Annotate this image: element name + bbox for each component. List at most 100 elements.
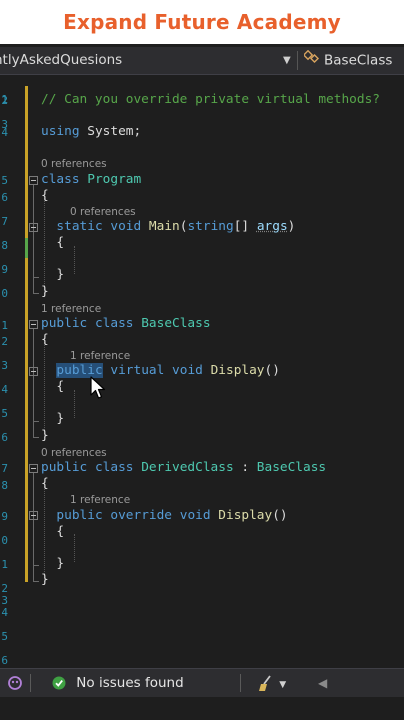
line-number: 6	[1, 654, 8, 667]
using-keyword: using	[41, 124, 80, 139]
code-line: using System;	[41, 123, 141, 141]
fold-toggle[interactable]	[29, 464, 38, 473]
line-number: 0	[1, 287, 8, 300]
fold-toggle[interactable]	[29, 223, 38, 232]
chevron-down-icon: ▼	[279, 680, 287, 690]
code-line: {	[41, 475, 49, 493]
code-line: public override void Display()	[41, 507, 288, 525]
line-number: 4	[1, 606, 8, 619]
codelens-references[interactable]: 0 references	[70, 206, 136, 218]
change-tracking-bar	[25, 86, 28, 582]
parameter-name: args	[256, 219, 288, 234]
method-name: Display	[218, 508, 273, 523]
screen-bottom-strip	[0, 697, 404, 720]
fold-line-end	[33, 421, 39, 422]
member-dropdown[interactable]: BaseClass	[302, 47, 393, 74]
codelens-references[interactable]: 1 reference	[70, 494, 130, 506]
code-line: class Program	[41, 171, 141, 189]
brace: }	[41, 428, 49, 443]
code-area[interactable]: // Can you override private virtual meth…	[41, 76, 404, 666]
code-line: {	[41, 523, 64, 541]
fold-line	[33, 520, 34, 565]
brace: {	[56, 235, 65, 250]
codelens-references[interactable]: 1 reference	[41, 303, 101, 315]
codelens-references[interactable]: 1 reference	[70, 350, 130, 362]
code-comment: // Can you override private virtual meth…	[41, 92, 380, 107]
brace: }	[56, 267, 65, 282]
type-dropdown-label: ntlyAskedQuesions	[0, 52, 123, 68]
class-icon	[302, 47, 320, 74]
brace: {	[41, 188, 49, 203]
fold-toggle[interactable]	[29, 176, 38, 185]
line-number: 1	[1, 319, 8, 332]
virtual-keyword: virtual	[110, 363, 165, 378]
copilot-icon[interactable]	[6, 669, 24, 697]
code-line: {	[41, 378, 64, 396]
member-dropdown-label: BaseClass	[324, 52, 393, 69]
code-line: }	[41, 266, 64, 284]
class-name: Program	[87, 172, 142, 187]
type-dropdown[interactable]: ntlyAskedQuesions	[0, 47, 294, 74]
status-divider	[30, 674, 31, 692]
brace: {	[56, 379, 65, 394]
brace: }	[56, 556, 65, 571]
fold-line-end	[33, 293, 39, 294]
class-name: BaseClass	[141, 316, 211, 331]
issues-text: No issues found	[76, 675, 184, 691]
line-number: 4	[1, 383, 8, 396]
issues-indicator[interactable]: No issues found	[52, 669, 184, 697]
line-number: 8	[1, 239, 8, 252]
brace: {	[41, 332, 49, 347]
line-number: 3	[1, 359, 8, 372]
fold-line	[33, 376, 34, 421]
code-line: static void Main(string[] args)	[41, 218, 295, 236]
class-keyword: class	[41, 172, 80, 187]
class-keyword: class	[94, 316, 134, 331]
chevron-down-icon[interactable]: ▼	[283, 47, 291, 74]
brace: {	[56, 524, 65, 539]
scroll-left-icon[interactable]: ◀	[318, 669, 327, 697]
fold-toggle[interactable]	[29, 367, 38, 376]
fold-line-end	[33, 437, 39, 438]
string-keyword: string	[187, 219, 234, 234]
codelens-references[interactable]: 0 references	[41, 158, 107, 170]
code-line: }	[41, 410, 64, 428]
codelens-references[interactable]: 0 references	[41, 447, 107, 459]
parens: ()	[264, 363, 280, 378]
parens: ()	[272, 508, 288, 523]
brace: }	[41, 284, 49, 299]
mouse-pointer-icon	[90, 376, 106, 404]
fold-toggle[interactable]	[29, 320, 38, 329]
line-number: 5	[1, 174, 8, 187]
public-keyword: public	[41, 460, 88, 475]
change-tracking-saved	[25, 238, 28, 258]
code-editor[interactable]: 1 2 3 4 5 6 7 8 9 0 1 2 3 4 5 6 7 8 9 0 …	[0, 76, 404, 667]
code-line: {	[41, 234, 64, 252]
fold-line-end	[33, 581, 39, 582]
brace: }	[41, 572, 49, 587]
paren: )	[287, 219, 296, 234]
fold-toggle[interactable]	[29, 511, 38, 520]
line-number-gutter: 1 2 3 4 5 6 7 8 9 0 1 2 3 4 5 6 7 8 9 0 …	[0, 76, 22, 667]
code-line: }	[41, 283, 49, 301]
class-name: DerivedClass	[141, 460, 234, 475]
method-name: Display	[210, 363, 265, 378]
array-brackets: []	[233, 219, 257, 234]
public-keyword: public	[56, 508, 103, 523]
channel-banner: Expand Future Academy	[0, 0, 404, 44]
line-number: 2	[1, 94, 8, 107]
code-line: public class BaseClass	[41, 315, 211, 333]
code-line: }	[41, 427, 49, 445]
method-name: Main	[148, 219, 180, 234]
void-keyword: void	[179, 508, 211, 523]
public-keyword: public	[41, 316, 88, 331]
line-number: 9	[1, 263, 8, 276]
line-number: 4	[1, 126, 8, 139]
namespace-name: System;	[87, 124, 142, 139]
code-line: {	[41, 331, 49, 349]
base-class-name: BaseClass	[256, 460, 327, 475]
code-cleanup-button[interactable]: ▼	[257, 669, 286, 697]
code-line: public virtual void Display()	[41, 362, 280, 380]
line-number: 8	[1, 479, 8, 492]
override-keyword: override	[110, 508, 173, 523]
